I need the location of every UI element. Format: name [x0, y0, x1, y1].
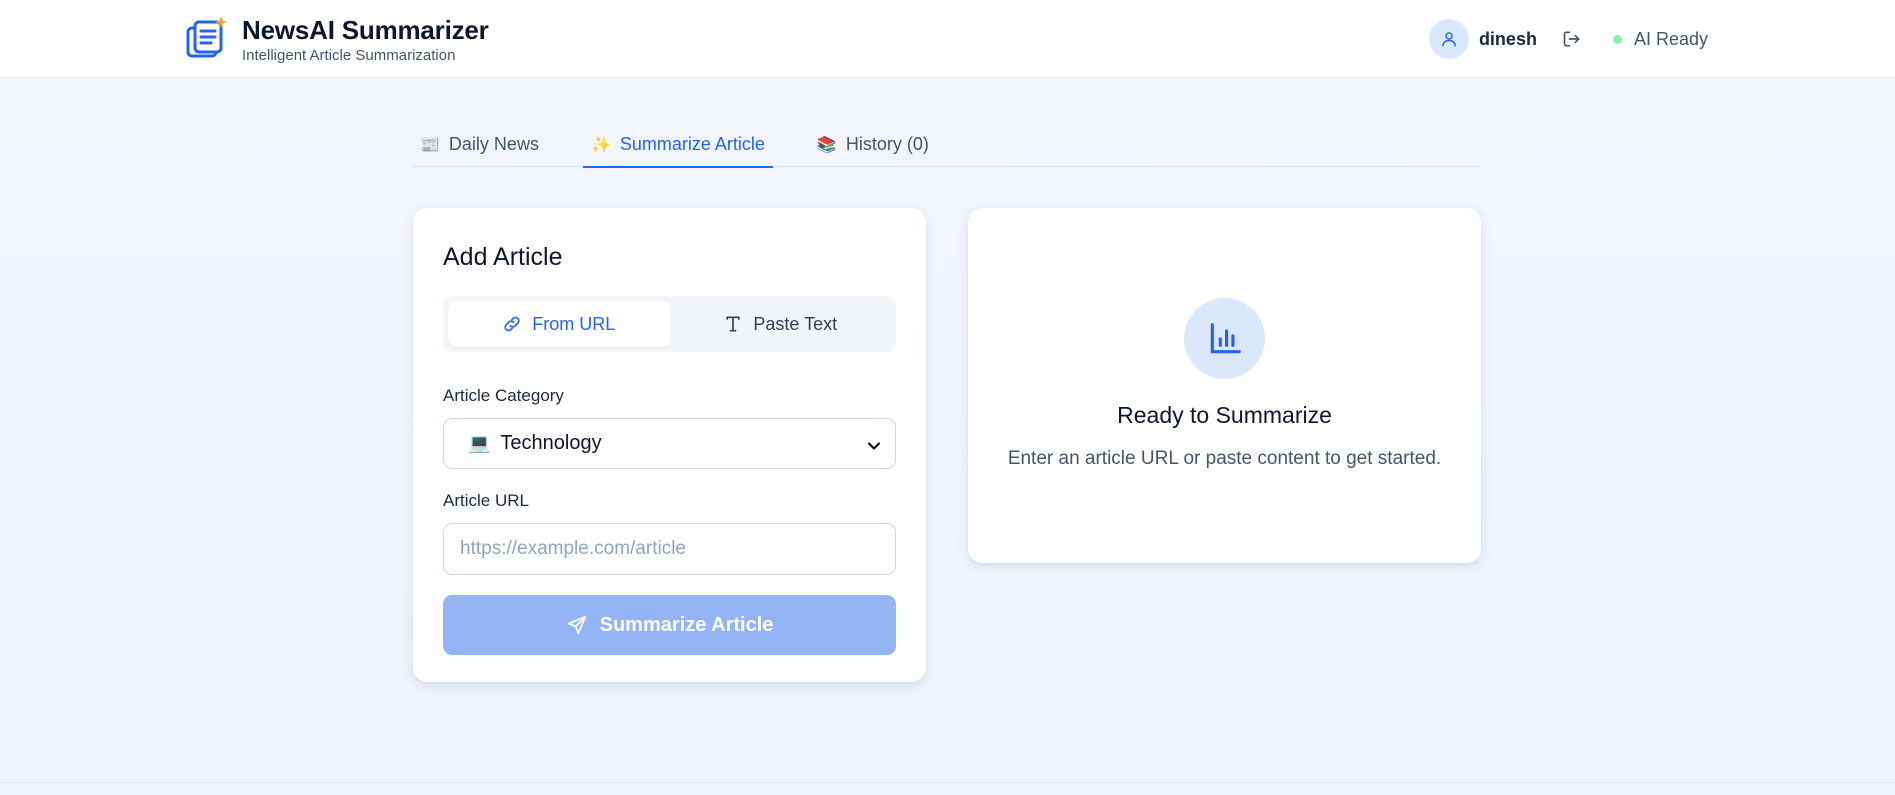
send-icon	[566, 614, 588, 636]
bar-chart-icon	[1184, 298, 1265, 379]
paste-text-button[interactable]: Paste Text	[670, 301, 892, 347]
app-subtitle: Intelligent Article Summarization	[242, 47, 456, 64]
summarize-article-button[interactable]: Summarize Article	[443, 595, 896, 655]
text-icon	[723, 314, 743, 334]
category-select[interactable]: 💻 Technology	[443, 418, 896, 469]
app-title: NewsAI Summarizer	[242, 15, 489, 45]
ready-panel: Ready to Summarize Enter an article URL …	[968, 208, 1481, 563]
from-url-label: From URL	[532, 313, 616, 334]
input-mode-toggle: From URL Paste Text	[443, 296, 896, 352]
summarize-button-label: Summarize Article	[599, 613, 774, 636]
ready-title: Ready to Summarize	[1117, 402, 1332, 428]
books-icon: 📚	[816, 136, 837, 154]
user-icon	[1442, 32, 1456, 47]
tab-summarize-article[interactable]: ✨ Summarize Article	[582, 122, 773, 168]
tab-history[interactable]: 📚 History (0)	[809, 122, 937, 167]
add-article-card: Add Article From URL Paste Text Article	[413, 208, 926, 682]
tab-daily-news[interactable]: 📰 Daily News	[412, 122, 547, 167]
username: dinesh	[1478, 28, 1537, 49]
status-dot	[1612, 34, 1622, 44]
avatar[interactable]	[1428, 19, 1469, 59]
article-url-input[interactable]	[443, 523, 896, 575]
top-header: NewsAI Summarizer Intelligent Article Su…	[0, 0, 1895, 78]
tab-label: Summarize Article	[619, 134, 765, 154]
brand: NewsAI Summarizer Intelligent Article Su…	[186, 14, 489, 66]
logout-button[interactable]	[1561, 28, 1583, 50]
paste-text-label: Paste Text	[753, 313, 838, 334]
sparkles-icon: ✨	[590, 136, 611, 154]
status-text: AI Ready	[1633, 28, 1708, 49]
logout-icon	[1563, 31, 1580, 47]
link-icon	[502, 314, 522, 334]
url-label: Article URL	[443, 491, 529, 510]
main-tabs: 📰 Daily News ✨ Summarize Article 📚 Histo…	[412, 122, 1481, 168]
category-value: Technology	[500, 432, 602, 454]
tab-label: History (0)	[845, 134, 929, 154]
laptop-icon: 💻	[468, 433, 491, 453]
ready-description: Enter an article URL or paste content to…	[1007, 448, 1442, 469]
card-title: Add Article	[443, 243, 563, 271]
from-url-button[interactable]: From URL	[448, 301, 670, 347]
footer-divider	[0, 782, 1895, 783]
newspaper-sparkle-icon	[186, 14, 228, 60]
newspaper-icon: 📰	[420, 136, 440, 154]
tab-label: Daily News	[448, 134, 539, 154]
chevron-down-icon	[867, 436, 881, 459]
category-label: Article Category	[443, 386, 564, 405]
